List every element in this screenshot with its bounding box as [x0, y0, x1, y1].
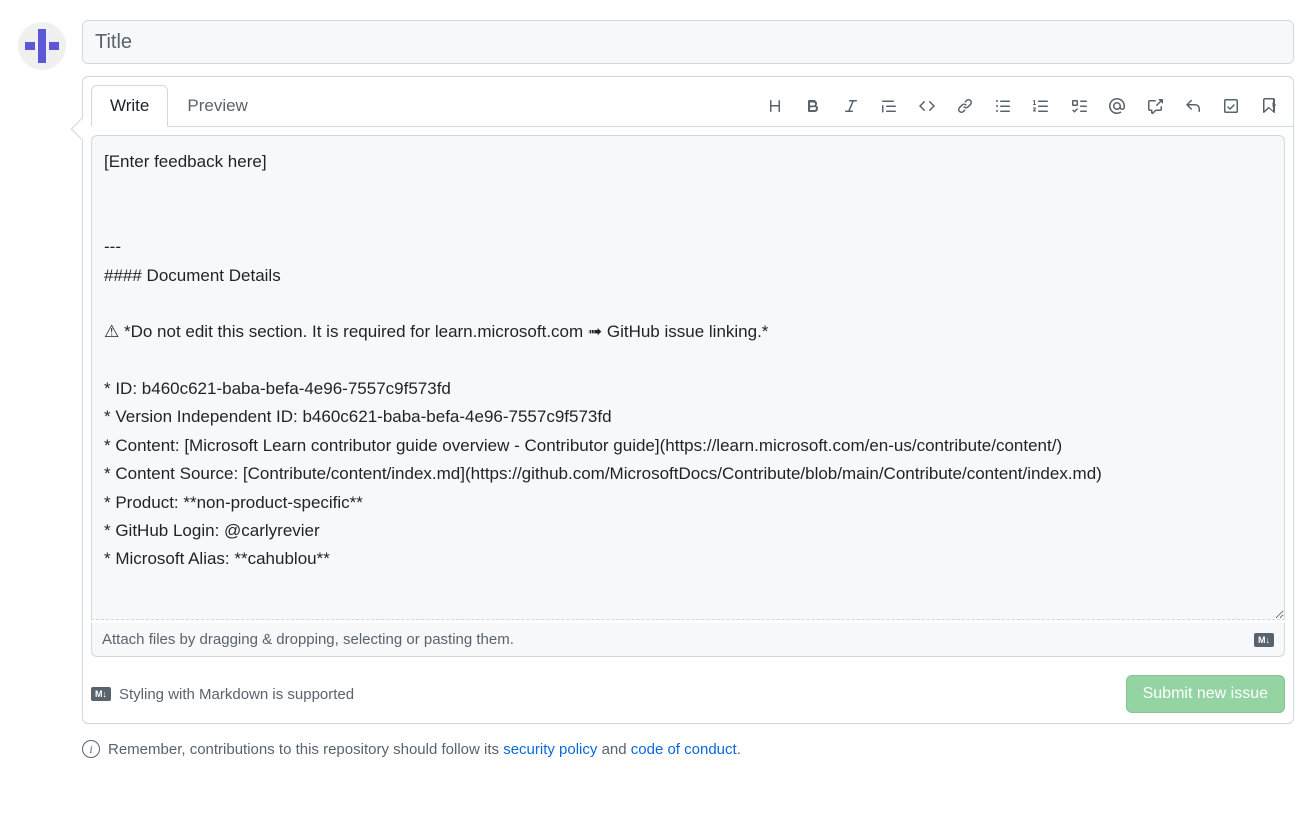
markdown-icon: M↓ — [1254, 633, 1274, 647]
cross-reference-icon[interactable] — [1139, 90, 1171, 122]
comment-tabnav: Write Preview — [83, 77, 1293, 127]
markdown-supported-text: Styling with Markdown is supported — [119, 686, 354, 703]
notice-suffix: . — [737, 741, 741, 758]
tab-preview[interactable]: Preview — [168, 85, 266, 127]
avatar-image — [25, 29, 59, 63]
issue-title-input[interactable] — [82, 20, 1294, 64]
quote-icon[interactable] — [873, 90, 905, 122]
reply-icon[interactable] — [1177, 90, 1209, 122]
saved-replies-icon[interactable] — [1215, 90, 1247, 122]
attach-files-hint[interactable]: Attach files by dragging & dropping, sel… — [91, 623, 1285, 657]
suggestion-icon[interactable] — [1253, 90, 1285, 122]
markdown-icon: M↓ — [91, 687, 111, 701]
italic-icon[interactable] — [835, 90, 867, 122]
ordered-list-icon[interactable] — [1025, 90, 1057, 122]
heading-icon[interactable] — [759, 90, 791, 122]
attach-files-text: Attach files by dragging & dropping, sel… — [102, 631, 514, 648]
submit-new-issue-button[interactable]: Submit new issue — [1126, 675, 1285, 713]
avatar-column — [18, 20, 66, 758]
unordered-list-icon[interactable] — [987, 90, 1019, 122]
code-of-conduct-link[interactable]: code of conduct — [631, 741, 737, 758]
markdown-supported-note[interactable]: M↓ Styling with Markdown is supported — [91, 686, 354, 703]
contribution-notice: i Remember, contributions to this reposi… — [82, 740, 1294, 758]
security-policy-link[interactable]: security policy — [503, 741, 597, 758]
mention-icon[interactable] — [1101, 90, 1133, 122]
info-icon: i — [82, 740, 100, 758]
link-icon[interactable] — [949, 90, 981, 122]
avatar[interactable] — [18, 22, 66, 70]
issue-body-textarea[interactable] — [91, 135, 1285, 620]
task-list-icon[interactable] — [1063, 90, 1095, 122]
new-issue-form: Write Preview — [82, 20, 1294, 758]
bold-icon[interactable] — [797, 90, 829, 122]
notice-mid: and — [602, 741, 631, 758]
markdown-toolbar — [759, 90, 1285, 122]
notice-prefix: Remember, contributions to this reposito… — [108, 741, 503, 758]
tab-write[interactable]: Write — [91, 85, 168, 127]
comment-box: Write Preview — [82, 76, 1294, 724]
code-icon[interactable] — [911, 90, 943, 122]
